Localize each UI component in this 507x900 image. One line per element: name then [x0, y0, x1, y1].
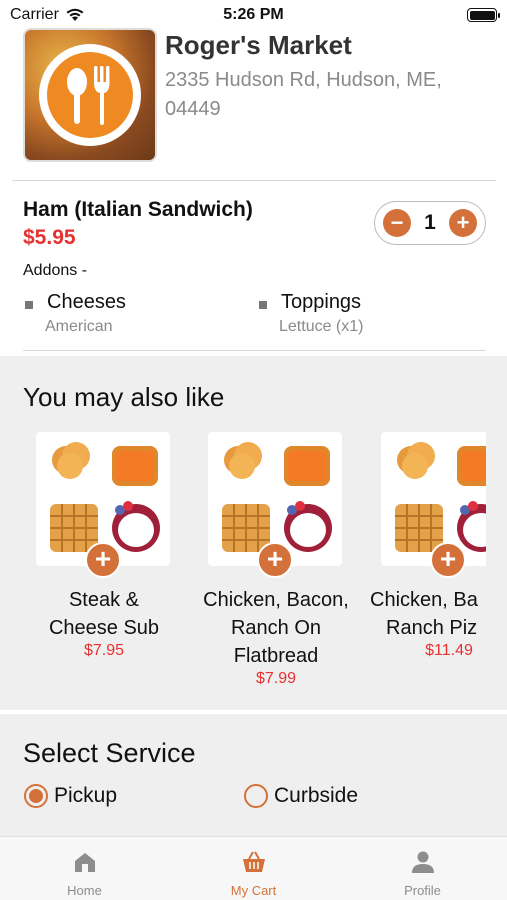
- store-name: Roger's Market: [165, 30, 352, 60]
- recommendation-name: Chicken, Ba Ranch Piz: [370, 589, 478, 639]
- tab-home[interactable]: Home: [0, 837, 169, 900]
- recommendation-name: Chicken, Bacon, Ranch On Flatbread: [203, 589, 349, 667]
- tab-profile[interactable]: Profile: [338, 837, 507, 900]
- addon-detail: Lettuce (x1): [279, 318, 364, 335]
- item-price: $5.95: [23, 226, 76, 249]
- item-title: Ham (Italian Sandwich): [23, 198, 253, 221]
- service-title: Select Service: [23, 738, 196, 768]
- person-icon: [412, 851, 434, 873]
- tab-my-cart[interactable]: My Cart: [169, 837, 338, 900]
- recommendation-price: $7.99: [255, 670, 297, 687]
- pickup-label: Pickup: [54, 784, 118, 807]
- tab-bar: Home My Cart Profile: [0, 836, 507, 900]
- add-to-cart-button[interactable]: +: [85, 542, 121, 578]
- tab-label: My Cart: [230, 883, 277, 898]
- tab-label: Home: [67, 883, 102, 898]
- recommendations-section: You may also like + Steak & Cheese Sub $…: [0, 356, 507, 710]
- radio-unselected-icon: [244, 784, 268, 808]
- status-time: 5:26 PM: [223, 6, 284, 23]
- recommendation-price: $7.95: [83, 642, 125, 659]
- add-to-cart-button[interactable]: +: [257, 542, 293, 578]
- curbside-option[interactable]: Curbside: [244, 784, 358, 808]
- food-image: [381, 432, 486, 566]
- addon-name: Cheeses: [47, 291, 126, 313]
- home-icon: [75, 853, 95, 872]
- divider: [23, 350, 486, 351]
- fork-spoon-icon: [67, 66, 110, 125]
- addon-detail: American: [45, 318, 113, 335]
- recommendations-carousel[interactable]: + Steak & Cheese Sub $7.95 + Chicken, Ba…: [0, 430, 486, 700]
- decrease-quantity-button[interactable]: −: [383, 209, 411, 237]
- recommendation-name: Steak & Cheese Sub: [48, 589, 160, 639]
- addon-name: Toppings: [281, 291, 362, 313]
- recommendation-price: $11.49: [425, 642, 473, 659]
- tab-label: Profile: [404, 883, 441, 898]
- status-bar: Carrier 5:26 PM: [0, 0, 507, 30]
- increase-quantity-button[interactable]: +: [449, 209, 477, 237]
- quantity-value: 1: [424, 211, 436, 234]
- bullet-icon: [25, 301, 33, 309]
- store-logo: [23, 28, 157, 162]
- bullet-icon: [259, 301, 267, 309]
- battery-icon: [467, 8, 500, 22]
- pickup-option[interactable]: Pickup: [24, 784, 117, 808]
- divider: [12, 180, 496, 181]
- addons-label: Addons -: [23, 262, 88, 279]
- basket-icon: [243, 851, 265, 872]
- select-service-section: Select Service Pickup Curbside: [0, 714, 507, 836]
- quantity-stepper: − 1 +: [374, 201, 486, 245]
- curbside-label: Curbside: [274, 784, 359, 807]
- add-to-cart-button[interactable]: +: [430, 542, 466, 578]
- radio-selected-icon: [24, 784, 48, 808]
- recommendations-title: You may also like: [23, 382, 225, 412]
- store-address: 2335 Hudson Rd, Hudson, ME, 04449: [165, 69, 442, 120]
